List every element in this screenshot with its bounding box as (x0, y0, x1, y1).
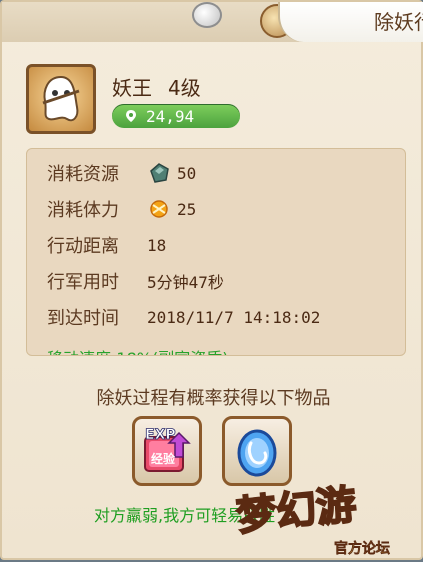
watermark-sub: 官方论坛 (334, 541, 391, 558)
watermark-logo: 梦幻游 官方论坛 (222, 470, 422, 562)
watermark-main: 梦幻游 (233, 481, 359, 541)
monster-avatar (26, 64, 96, 134)
info-value: 5分钟47秒 (147, 273, 224, 292)
top-ornament-icon (192, 2, 222, 28)
dialog-panel: 除妖行 妖王 4级 24,94 消耗资源 50 消耗体力 (0, 0, 423, 560)
ore-icon (150, 163, 169, 183)
info-row-arrival: 到达时间 2018/11/7 14:18:02 (47, 305, 321, 330)
info-label: 行动距离 (47, 236, 119, 257)
exp-text: EXP (145, 427, 176, 443)
info-label: 到达时间 (47, 308, 119, 329)
location-pin-icon (126, 110, 136, 122)
reward-item-exp[interactable]: EXP 经验 (132, 416, 202, 486)
monster-name: 妖王 (112, 76, 152, 100)
info-label: 消耗体力 (47, 200, 119, 221)
stamina-icon (150, 200, 168, 218)
info-value: 50 (177, 163, 197, 183)
info-row-distance: 行动距离 18 (47, 233, 167, 258)
info-label: 消耗资源 (47, 164, 119, 185)
monster-level: 4级 (168, 76, 201, 100)
coordinates-badge[interactable]: 24,94 (112, 104, 240, 128)
info-value: 2018/11/7 14:18:02 (147, 307, 321, 327)
march-info-box: 消耗资源 50 消耗体力 25 行动距离 18 行军用时 5分钟47秒 到达时间… (26, 148, 406, 356)
info-value: 25 (177, 199, 197, 219)
ghost-icon (42, 75, 80, 122)
info-row-resource: 消耗资源 50 (47, 161, 196, 185)
info-label: 行军用时 (47, 272, 119, 293)
rewards-heading: 除妖过程有概率获得以下物品 (96, 388, 331, 409)
info-value: 18 (147, 235, 167, 255)
window-title: 除妖行 (278, 2, 423, 42)
exp-book-icon: EXP 经验 (144, 427, 191, 472)
info-row-march-time: 行军用时 5分钟47秒 (47, 269, 224, 293)
coordinates-text: 24,94 (146, 106, 195, 126)
exp-cn-text: 经验 (151, 451, 176, 466)
info-row-stamina: 消耗体力 25 (47, 197, 197, 222)
move-speed-line: 移动速度:18%(副官资质) (47, 345, 228, 355)
